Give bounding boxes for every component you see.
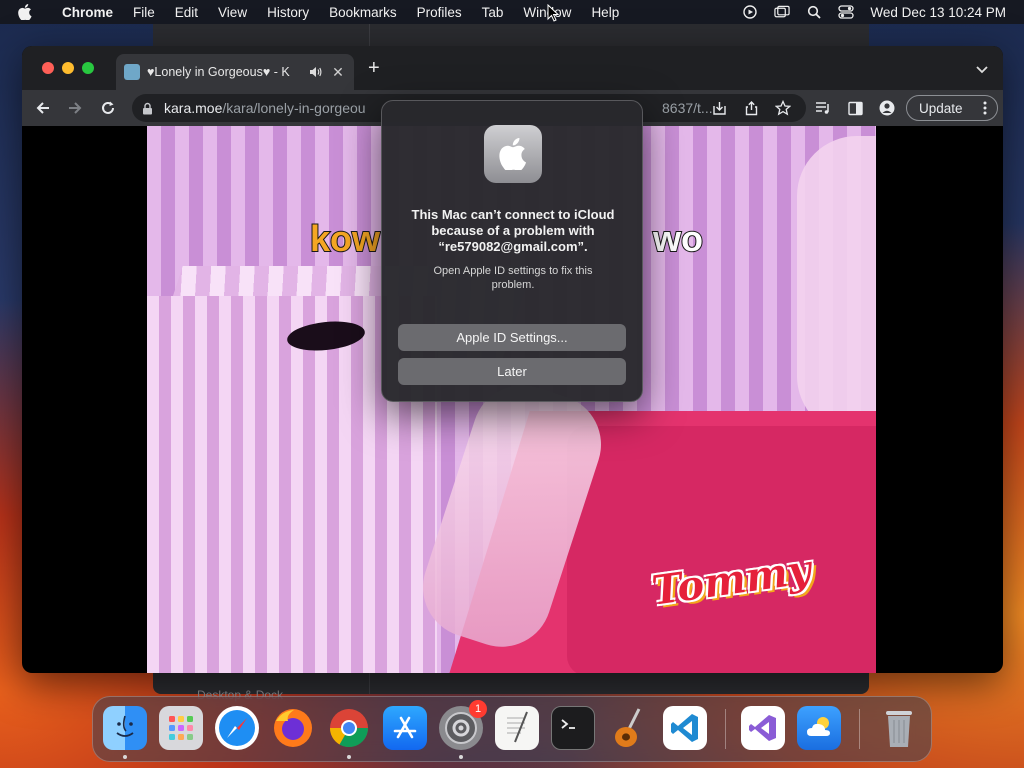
menu-help[interactable]: Help (581, 5, 629, 20)
side-panel-icon[interactable] (846, 99, 864, 117)
karaoke-lyric-left: kow (309, 217, 381, 260)
settings-running-indicator (459, 755, 463, 759)
minimize-window-button[interactable] (62, 62, 74, 74)
trash-icon[interactable] (877, 706, 921, 750)
later-button[interactable]: Later (398, 358, 626, 385)
google-chrome-icon[interactable] (327, 706, 371, 750)
safari-icon[interactable] (215, 706, 259, 750)
visual-studio-icon[interactable] (741, 706, 785, 750)
back-arrow-icon[interactable] (34, 99, 52, 117)
video-carpet-shade (567, 426, 876, 673)
firefox-icon[interactable] (271, 706, 315, 750)
apple-logo-icon (484, 125, 542, 183)
fullscreen-window-button[interactable] (82, 62, 94, 74)
dock: 1 (92, 696, 932, 762)
update-button-label: Update (919, 100, 963, 116)
apple-menu-icon[interactable] (18, 4, 36, 20)
apple-id-settings-button[interactable]: Apple ID Settings... (398, 324, 626, 351)
system-settings-icon[interactable]: 1 (439, 700, 487, 750)
control-center-icon[interactable] (838, 4, 855, 20)
menu-bar-clock[interactable]: Wed Dec 13 10:24 PM (870, 5, 1006, 20)
lock-icon[interactable] (142, 102, 154, 115)
spotlight-search-icon[interactable] (806, 4, 822, 20)
finder-running-indicator (123, 755, 127, 759)
menu-profiles[interactable]: Profiles (407, 5, 472, 20)
dock-separator (725, 709, 726, 749)
menu-tab[interactable]: Tab (472, 5, 514, 20)
tab-title: ♥Lonely in Gorgeous♥ - K (147, 65, 290, 79)
close-tab-icon[interactable]: ✕ (330, 64, 346, 81)
url-host: kara.moe (164, 100, 223, 116)
menu-app-name[interactable]: Chrome (52, 5, 123, 20)
share-icon[interactable] (742, 99, 760, 117)
video-heart-prop (797, 136, 876, 436)
karaoke-lyric-right: wo (652, 217, 704, 260)
dialog-message: Open Apple ID settings to fix this probl… (433, 265, 593, 291)
menu-edit[interactable]: Edit (165, 5, 208, 20)
screen-mirroring-icon[interactable] (774, 4, 791, 20)
more-menu-icon[interactable] (983, 101, 987, 118)
install-app-icon[interactable] (710, 99, 728, 117)
url-path: /kara/lonely-in-gorgeou (222, 100, 366, 116)
media-controls-icon[interactable] (814, 99, 832, 117)
profile-avatar-icon[interactable] (878, 99, 896, 117)
garageband-icon[interactable] (607, 706, 651, 750)
karaoke-site-icon (124, 64, 140, 80)
update-button[interactable]: Update (906, 95, 998, 121)
dialog-title: This Mac can’t connect to iCloud because… (411, 207, 615, 254)
close-window-button[interactable] (42, 62, 54, 74)
settings-notification-badge: 1 (469, 700, 487, 718)
tab-search-chevron-icon[interactable] (975, 62, 989, 76)
weather-icon[interactable] (797, 706, 841, 750)
menu-bar: Chrome File Edit View History Bookmarks … (0, 0, 1024, 24)
app-store-icon[interactable] (383, 706, 427, 750)
menu-file[interactable]: File (123, 5, 165, 20)
screen-recording-icon[interactable] (742, 4, 758, 20)
bookmark-star-icon[interactable] (774, 99, 792, 117)
tab-active[interactable]: ♥Lonely in Gorgeous♥ - K ✕ (116, 54, 354, 90)
menu-view[interactable]: View (208, 5, 257, 20)
visual-studio-code-icon[interactable] (663, 706, 707, 750)
audio-playing-icon[interactable] (309, 66, 323, 78)
new-tab-button[interactable]: + (368, 58, 380, 78)
url-tail: 8637/t... (662, 100, 713, 116)
dock-separator-trash (859, 709, 860, 749)
reload-icon[interactable] (99, 99, 117, 117)
textedit-icon[interactable] (495, 706, 539, 750)
menu-bookmarks[interactable]: Bookmarks (319, 5, 407, 20)
terminal-icon[interactable] (551, 706, 595, 750)
chrome-running-indicator (347, 755, 351, 759)
forward-arrow-icon[interactable] (66, 99, 84, 117)
tab-strip: ♥Lonely in Gorgeous♥ - K ✕ + (22, 46, 1003, 90)
finder-icon[interactable] (103, 706, 147, 750)
menu-history[interactable]: History (257, 5, 319, 20)
launchpad-icon[interactable] (159, 706, 203, 750)
icloud-alert-dialog: This Mac can’t connect to iCloud because… (381, 100, 643, 402)
